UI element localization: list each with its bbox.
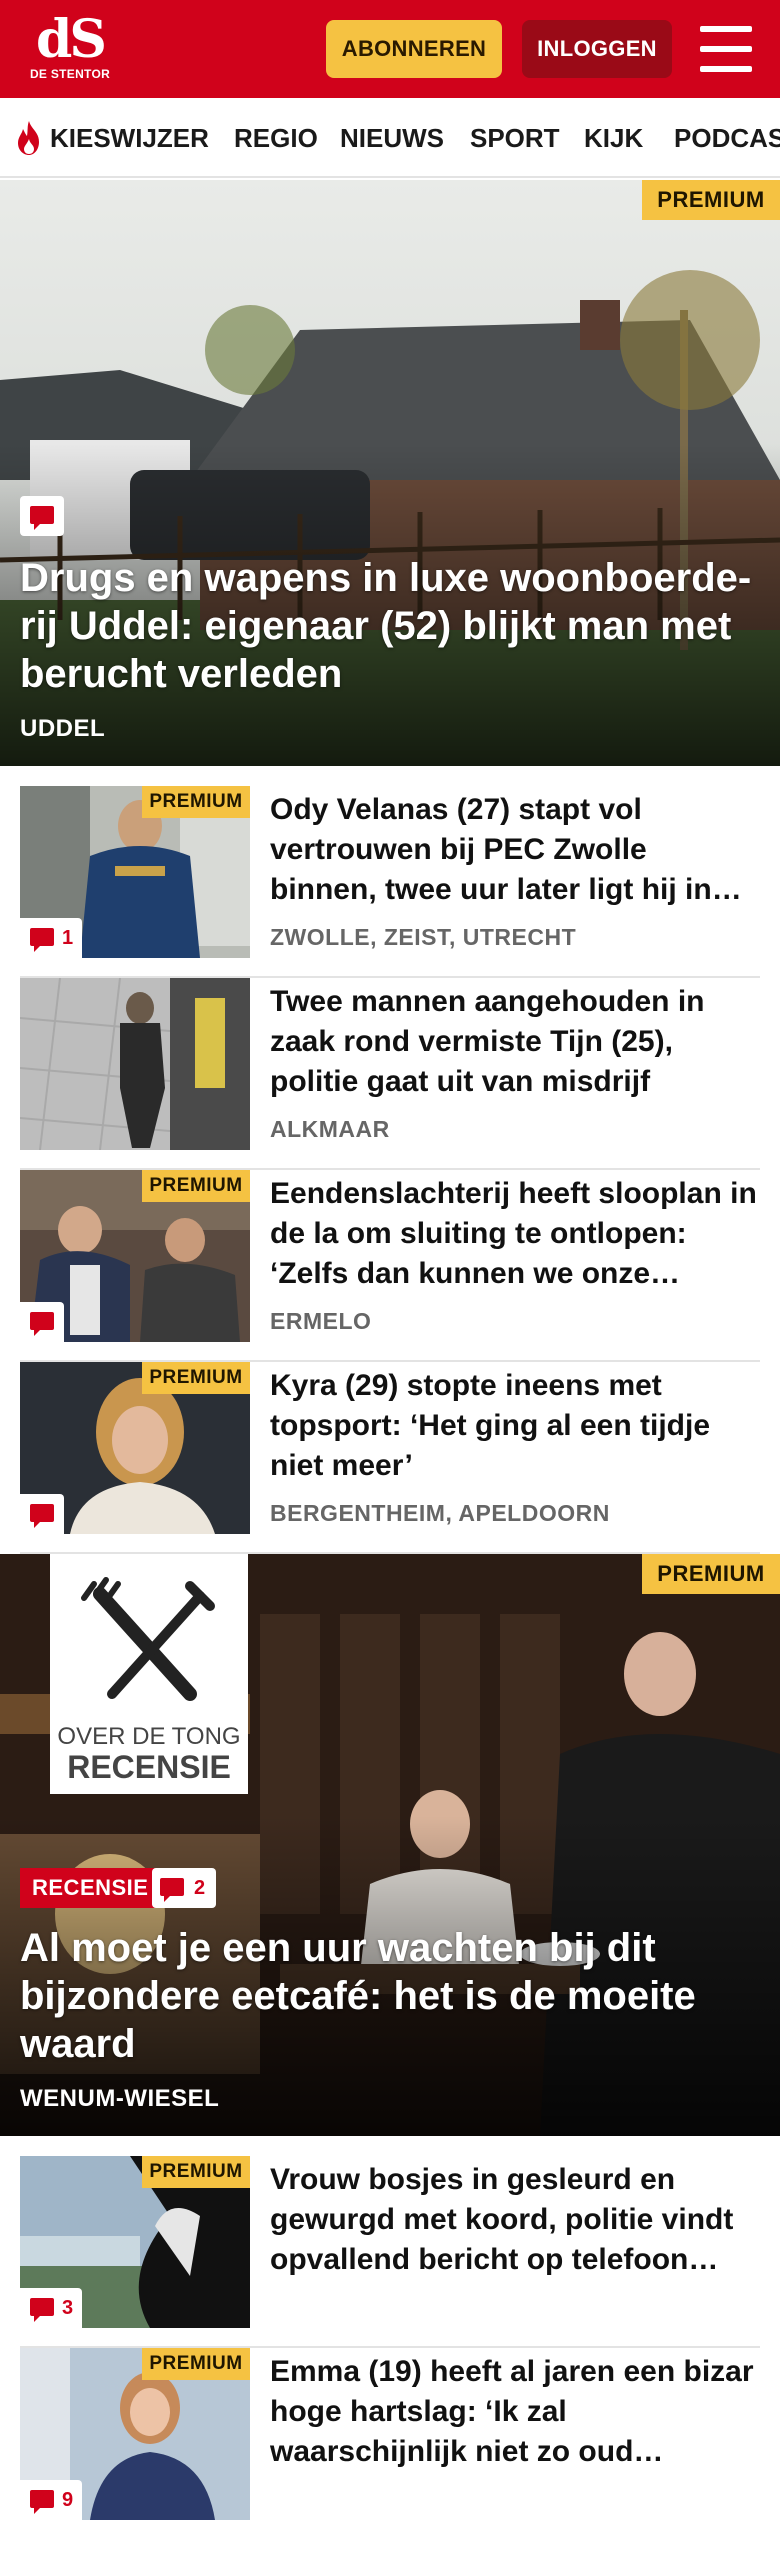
premium-badge: PREMIUM: [142, 2156, 250, 2188]
article-location: ALKMAAR: [270, 1116, 390, 1142]
premium-badge: PREMIUM: [142, 786, 250, 818]
list-item[interactable]: Twee mannen aangehouden in zaak rond ver…: [20, 978, 760, 1170]
comment-icon: [30, 2298, 54, 2322]
logo-subtitle: DE STENTOR: [29, 67, 111, 81]
flame-icon: [18, 121, 39, 155]
premium-badge: PREMIUM: [142, 2348, 250, 2380]
comment-icon: [20, 1494, 64, 1534]
nav-item-podcast[interactable]: PODCAS: [674, 98, 780, 176]
article-thumbnail: PREMIUM: [20, 1362, 250, 1534]
nav-item-kijk[interactable]: KIJK: [584, 98, 643, 176]
comment-count: 2: [152, 1868, 216, 1908]
review-series-logo: OVER DE TONG RECENSIE: [50, 1554, 248, 1794]
article-thumbnail: PREMIUM 9: [20, 2348, 250, 2520]
premium-badge: PREMIUM: [142, 1362, 250, 1394]
article-thumbnail: PREMIUM 3: [20, 2156, 250, 2328]
review-logo-line2: RECENSIE: [67, 1749, 231, 1785]
nav-item-kieswijzer[interactable]: KIESWIJZER: [50, 98, 209, 176]
logo-mark: dS: [36, 9, 107, 70]
top-bar: dS DE STENTOR ABONNEREN INLOGGEN: [0, 0, 780, 98]
comment-count: 9: [20, 2480, 82, 2520]
nav-item-regio[interactable]: REGIO: [234, 98, 318, 176]
lead-location: UDDEL: [20, 715, 106, 742]
article-thumbnail: PREMIUM: [20, 1170, 250, 1342]
article-headline[interactable]: Kyra (29) stopte ineens met topsport: ‘H…: [270, 1366, 760, 1486]
review-location: WENUM-WIESEL: [20, 2085, 220, 2112]
review-article[interactable]: OVER DE TONG RECENSIE PREMIUM RECENSIE 2…: [0, 1554, 780, 2136]
premium-badge: PREMIUM: [142, 1170, 250, 1202]
review-logo-line1: OVER DE TONG: [57, 1723, 241, 1750]
section-nav: KIESWIJZER REGIO NIEUWS SPORT KIJK PODCA…: [0, 98, 780, 178]
list-item[interactable]: PREMIUM 1 Ody Velanas (27) stapt vol ver…: [20, 786, 760, 978]
login-button[interactable]: INLOGGEN: [522, 20, 672, 78]
list-item[interactable]: PREMIUM Kyra (29) stopte ineens met tops…: [20, 1362, 760, 1554]
comment-count: 1: [20, 918, 82, 958]
article-thumbnail: PREMIUM 1: [20, 786, 250, 958]
article-headline[interactable]: Eendenslachterij heeft slooplan in de la…: [270, 1174, 760, 1294]
premium-badge: PREMIUM: [642, 180, 780, 220]
comment-count: 3: [20, 2288, 82, 2328]
comment-icon: [20, 496, 64, 536]
cutlery-icon: [81, 1577, 215, 1701]
list-item[interactable]: PREMIUM Eendenslachterij heeft slooplan …: [20, 1170, 760, 1362]
comment-icon: [30, 2490, 54, 2514]
lead-article[interactable]: PREMIUM Drugs en wapens in luxe woonboer…: [0, 180, 780, 766]
comment-icon: [30, 928, 54, 952]
list-item[interactable]: PREMIUM 9 Emma (19) heeft al jaren een b…: [20, 2348, 760, 2560]
article-location: ERMELO: [270, 1308, 372, 1334]
menu-icon[interactable]: [700, 26, 752, 72]
subscribe-button[interactable]: ABONNEREN: [326, 20, 502, 78]
article-location: ZWOLLE, ZEIST, UTRECHT: [270, 924, 577, 950]
nav-item-sport[interactable]: SPORT: [470, 98, 560, 176]
nav-item-nieuws[interactable]: NIEUWS: [340, 98, 444, 176]
comment-icon: [160, 1878, 184, 1902]
article-headline[interactable]: Ody Velanas (27) stapt vol vertrouwen bi…: [270, 790, 760, 910]
article-headline[interactable]: Vrouw bosjes in gesleurd en gewurgd met …: [270, 2160, 760, 2280]
article-thumbnail: [20, 978, 250, 1150]
comment-icon: [20, 1302, 64, 1342]
article-headline[interactable]: Twee mannen aangehouden in zaak rond ver…: [270, 982, 760, 1102]
article-location: BERGENTHEIM, APELDOORN: [270, 1500, 610, 1526]
category-label: RECENSIE: [20, 1868, 161, 1908]
review-headline[interactable]: Al moet je een uur wachten bij dit bijzo…: [20, 1924, 756, 2068]
lead-headline[interactable]: Drugs en wapens in luxe woonboerde­rij U…: [20, 554, 756, 698]
article-headline[interactable]: Emma (19) heeft al jaren een bizar hoge …: [270, 2352, 760, 2472]
site-logo[interactable]: dS DE STENTOR: [28, 14, 112, 86]
list-item[interactable]: PREMIUM 3 Vrouw bosjes in gesleurd en ge…: [20, 2156, 760, 2348]
premium-badge: PREMIUM: [642, 1554, 780, 1594]
